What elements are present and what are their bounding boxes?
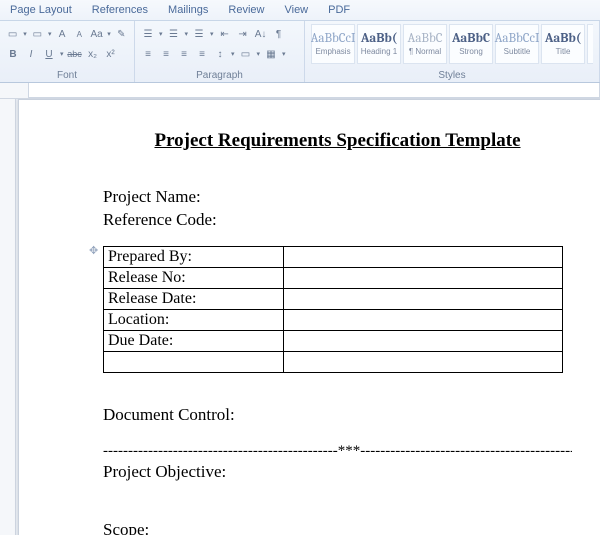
style-subtitle[interactable]: AaBbCcISubtitle xyxy=(495,24,539,64)
cell-value[interactable] xyxy=(284,351,563,372)
bold-button[interactable]: B xyxy=(6,47,20,61)
divider-line: ----------------------------------------… xyxy=(103,443,572,460)
superscript-button[interactable]: x² xyxy=(104,47,118,61)
shrink-font-button[interactable]: A xyxy=(73,27,86,41)
tab-review[interactable]: Review xyxy=(218,2,274,18)
font-combo[interactable]: ▭ xyxy=(6,27,19,41)
change-case-button[interactable]: Aa xyxy=(90,27,103,41)
cell-value[interactable] xyxy=(284,288,563,309)
tab-mailings[interactable]: Mailings xyxy=(158,2,218,18)
font-size-combo[interactable]: ▭ xyxy=(31,27,44,41)
table-anchor-icon[interactable]: ✥ xyxy=(89,244,98,257)
info-table[interactable]: Prepared By: Release No: Release Date: L… xyxy=(103,246,563,373)
heading-project-objective: Project Objective: xyxy=(103,462,572,482)
align-center-button[interactable]: ≡ xyxy=(159,47,173,61)
ribbon: ▭▾ ▭▾ A A Aa▾ ✎ B I U▾ abc x₂ x² Font ☰▾… xyxy=(0,21,600,83)
workspace: Project Requirements Specification Templ… xyxy=(0,99,600,535)
group-paragraph: ☰▾ ☰▾ ☰▾ ⇤ ⇥ A↓ ¶ ≡ ≡ ≡ ≡ ↕▾ ▭▾ ▦▾ Parag… xyxy=(135,21,305,82)
group-styles-label: Styles xyxy=(311,70,593,81)
cell-prepared-by[interactable]: Prepared By: xyxy=(104,246,284,267)
style-heading-1[interactable]: AaBb(Heading 1 xyxy=(357,24,401,64)
strike-button[interactable]: abc xyxy=(68,47,82,61)
heading-document-control: Document Control: xyxy=(103,405,572,425)
grow-font-button[interactable]: A xyxy=(56,27,69,41)
table-row: Location: xyxy=(104,309,563,330)
bullets-button[interactable]: ☰ xyxy=(141,27,155,41)
style-no-spacing[interactable]: AaBl¶ No Sp xyxy=(587,24,593,64)
cell-value[interactable] xyxy=(284,267,563,288)
cell-value[interactable] xyxy=(284,330,563,351)
align-left-button[interactable]: ≡ xyxy=(141,47,155,61)
align-right-button[interactable]: ≡ xyxy=(177,47,191,61)
field-project-name: Project Name: xyxy=(103,186,572,209)
shading-button[interactable]: ▭ xyxy=(239,47,253,61)
heading-scope: Scope: xyxy=(103,520,572,535)
tab-view[interactable]: View xyxy=(274,2,318,18)
group-font: ▭▾ ▭▾ A A Aa▾ ✎ B I U▾ abc x₂ x² Font xyxy=(0,21,135,82)
decrease-indent-button[interactable]: ⇤ xyxy=(218,27,232,41)
numbering-button[interactable]: ☰ xyxy=(167,27,181,41)
tab-pdf[interactable]: PDF xyxy=(318,2,360,18)
borders-button[interactable]: ▦ xyxy=(264,47,278,61)
table-row: Release No: xyxy=(104,267,563,288)
justify-button[interactable]: ≡ xyxy=(195,47,209,61)
style-title[interactable]: AaBb(Title xyxy=(541,24,585,64)
group-styles: AaBbCcIEmphasis AaBb(Heading 1 AaBbC¶ No… xyxy=(305,21,600,82)
cell-value[interactable] xyxy=(284,246,563,267)
document-title: Project Requirements Specification Templ… xyxy=(103,130,572,152)
cell-due-date[interactable]: Due Date: xyxy=(104,330,284,351)
table-row: Release Date: xyxy=(104,288,563,309)
tab-page-layout[interactable]: Page Layout xyxy=(0,2,82,18)
cell-value[interactable] xyxy=(284,309,563,330)
table-row: Due Date: xyxy=(104,330,563,351)
clear-formatting-button[interactable]: ✎ xyxy=(115,27,128,41)
cell-release-no[interactable]: Release No: xyxy=(104,267,284,288)
style-normal[interactable]: AaBbC¶ Normal xyxy=(403,24,447,64)
multilevel-button[interactable]: ☰ xyxy=(192,27,206,41)
sort-button[interactable]: A↓ xyxy=(254,27,268,41)
style-strong[interactable]: AaBbCStrong xyxy=(449,24,493,64)
horizontal-ruler[interactable] xyxy=(0,83,600,99)
document-page[interactable]: Project Requirements Specification Templ… xyxy=(18,99,600,535)
group-font-label: Font xyxy=(6,70,128,81)
increase-indent-button[interactable]: ⇥ xyxy=(236,27,250,41)
cell-location[interactable]: Location: xyxy=(104,309,284,330)
ribbon-tabs: Page Layout References Mailings Review V… xyxy=(0,0,600,21)
vertical-ruler[interactable] xyxy=(0,99,16,535)
subscript-button[interactable]: x₂ xyxy=(86,47,100,61)
show-marks-button[interactable]: ¶ xyxy=(272,27,286,41)
table-row: Prepared By: xyxy=(104,246,563,267)
underline-button[interactable]: U xyxy=(42,47,56,61)
tab-references[interactable]: References xyxy=(82,2,158,18)
field-reference-code: Reference Code: xyxy=(103,209,572,232)
style-emphasis[interactable]: AaBbCcIEmphasis xyxy=(311,24,355,64)
styles-gallery[interactable]: AaBbCcIEmphasis AaBb(Heading 1 AaBbC¶ No… xyxy=(311,24,593,64)
cell-empty[interactable] xyxy=(104,351,284,372)
italic-button[interactable]: I xyxy=(24,47,38,61)
line-spacing-button[interactable]: ↕ xyxy=(213,47,227,61)
cell-release-date[interactable]: Release Date: xyxy=(104,288,284,309)
table-row xyxy=(104,351,563,372)
group-paragraph-label: Paragraph xyxy=(141,70,298,81)
